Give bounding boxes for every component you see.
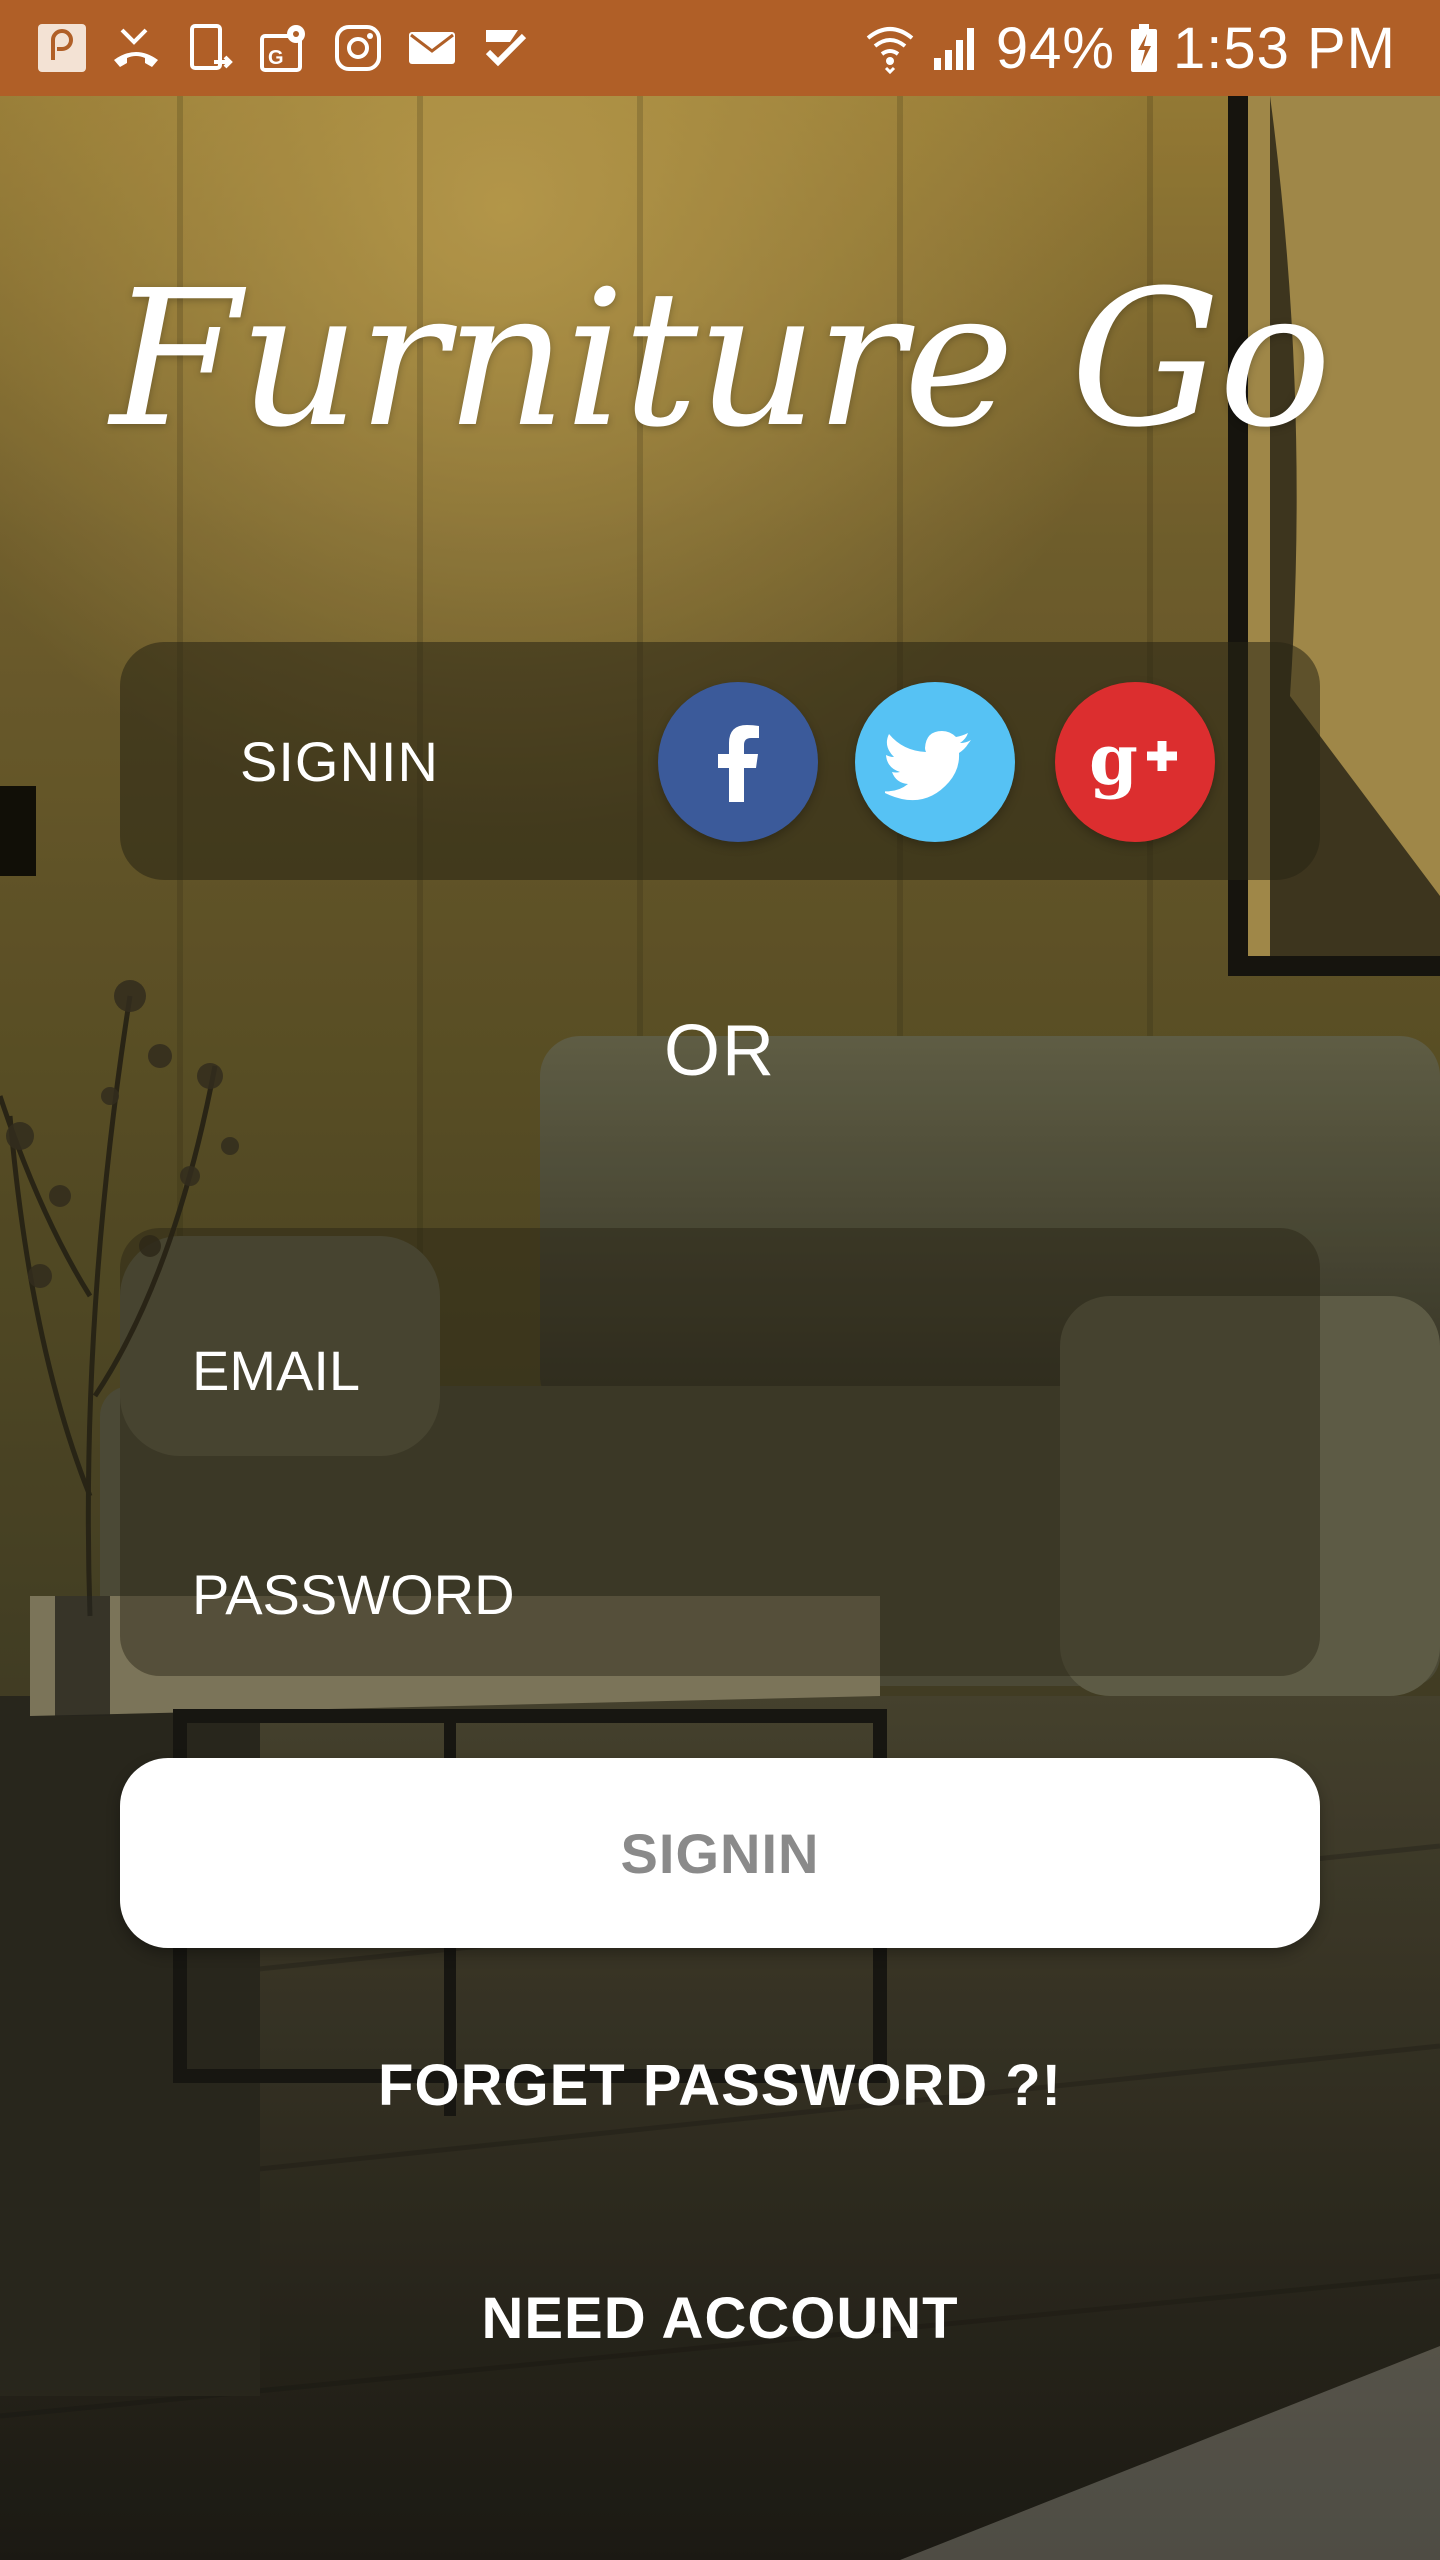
svg-text:g: g	[1089, 718, 1138, 801]
tablet-sync-icon	[184, 22, 236, 74]
twitter-icon	[885, 731, 971, 801]
facebook-icon	[718, 725, 759, 802]
mail-icon	[406, 22, 458, 74]
signin-button[interactable]: SIGNIN	[120, 1758, 1320, 1948]
status-bar: G 94% 1:53 PM	[0, 0, 1440, 96]
wifi-icon	[864, 22, 916, 74]
social-signin-panel: SIGNIN g	[120, 642, 1320, 880]
google-plus-signin-button[interactable]: g	[1055, 682, 1215, 842]
twitter-signin-button[interactable]	[855, 682, 1015, 842]
login-form-panel	[120, 1228, 1320, 1676]
checkmark-app-icon	[480, 22, 532, 74]
missed-call-icon	[110, 22, 162, 74]
facebook-signin-button[interactable]	[658, 682, 818, 842]
signal-icon	[930, 22, 982, 74]
or-divider: OR	[664, 1011, 776, 1091]
email-field[interactable]	[192, 1310, 1242, 1430]
app-title: Furniture Go	[110, 250, 1331, 469]
password-field[interactable]	[192, 1534, 1242, 1654]
battery-charging-icon	[1129, 22, 1159, 74]
notification-icons: G	[36, 0, 532, 96]
social-signin-label: SIGNIN	[240, 729, 439, 793]
instagram-icon	[332, 22, 384, 74]
maps-icon: G	[258, 22, 310, 74]
system-status: 94% 1:53 PM	[864, 0, 1396, 96]
need-account-link[interactable]: NEED ACCOUNT	[0, 2285, 1440, 2352]
google-plus-icon: g	[1089, 718, 1177, 801]
clock: 1:53 PM	[1173, 15, 1396, 81]
pocket-icon	[36, 22, 88, 74]
forget-password-link[interactable]: FORGET PASSWORD ?!	[0, 2052, 1440, 2119]
battery-percentage: 94%	[995, 15, 1115, 81]
svg-text:G: G	[268, 47, 284, 69]
